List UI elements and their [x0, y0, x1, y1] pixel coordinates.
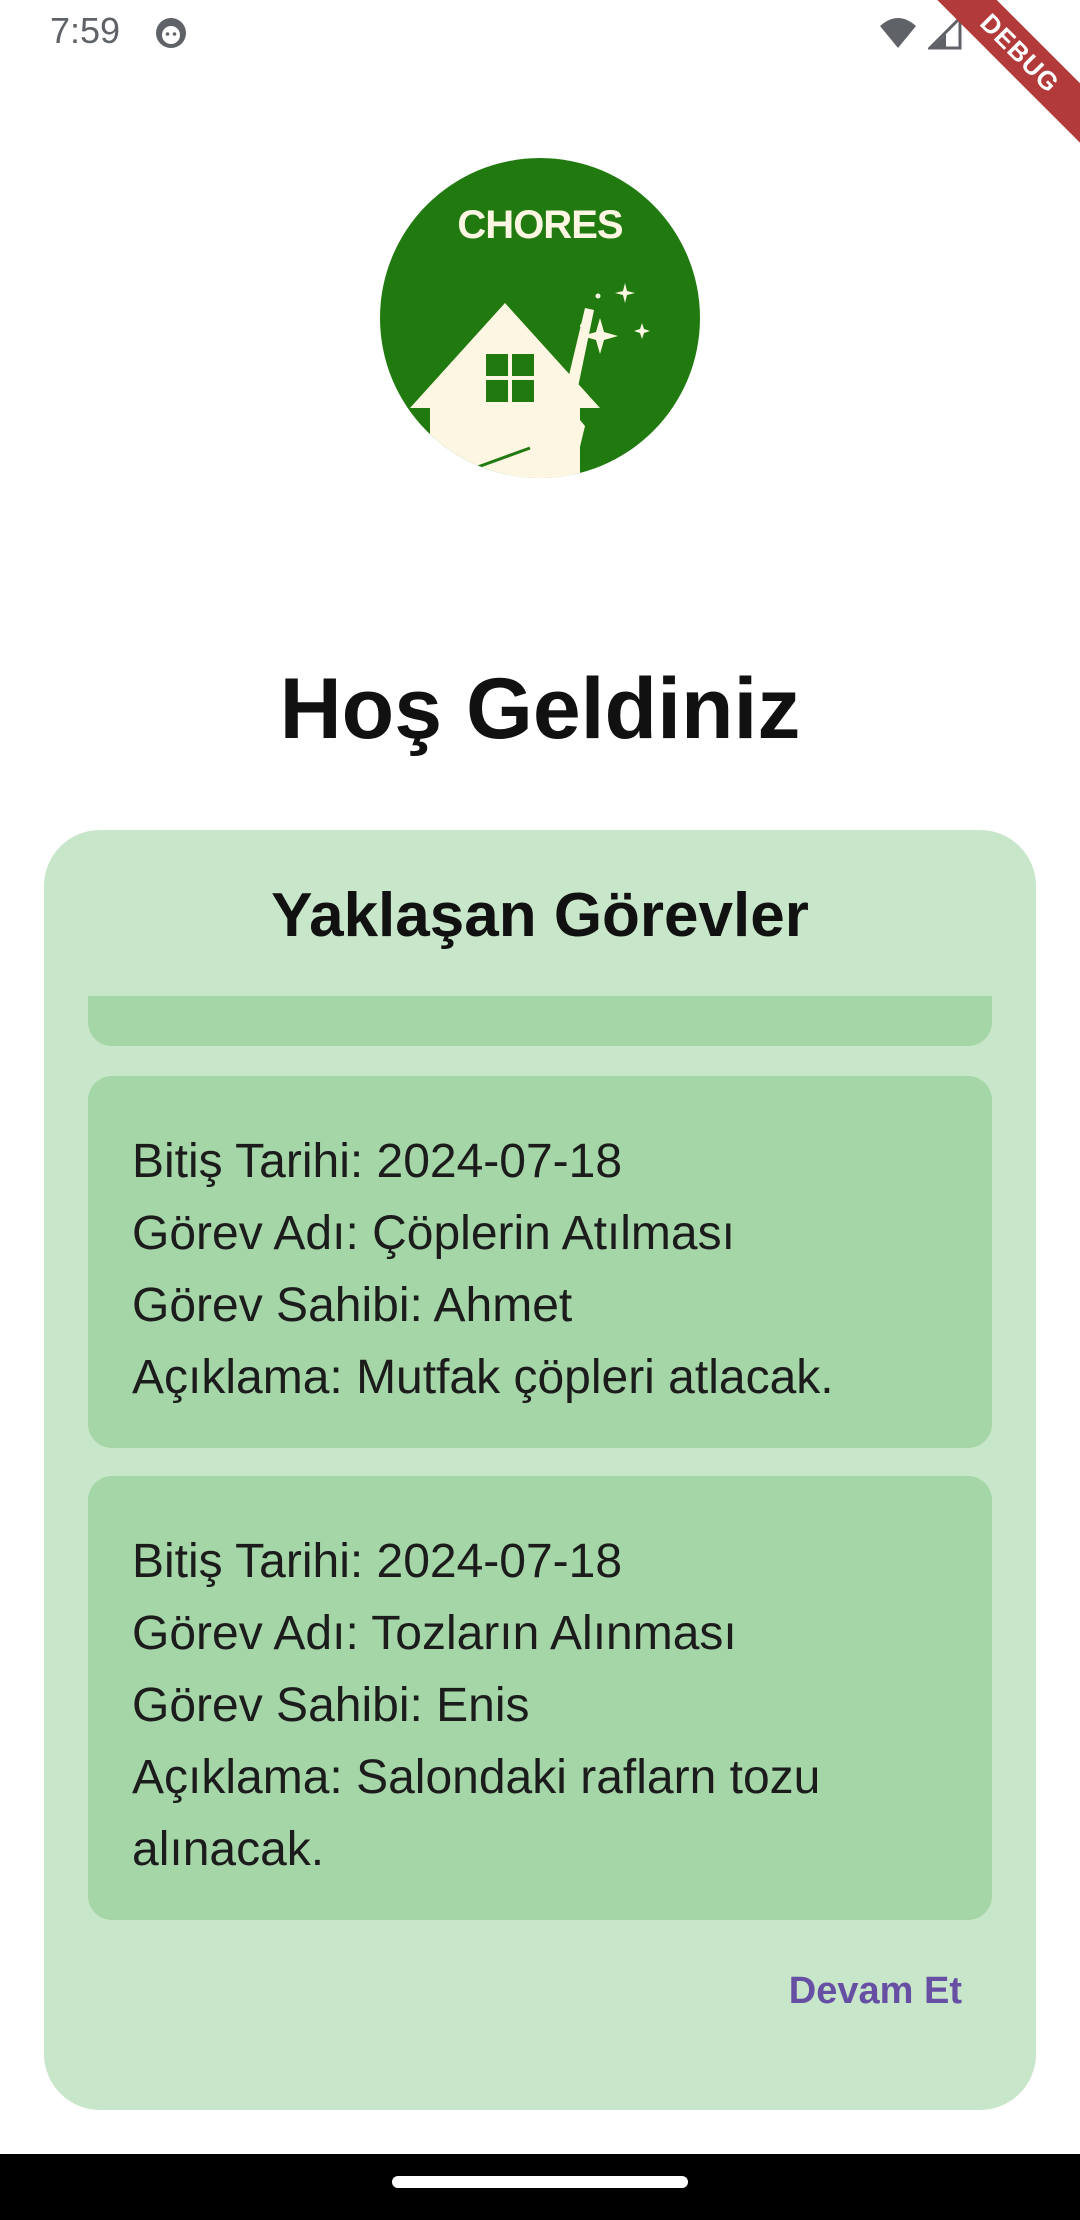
task-description: Açıklama: Salondaki raflarn tozu: [132, 1751, 821, 1804]
task-due-date: Bitiş Tarihi: 2024-07-18: [132, 1535, 623, 1588]
status-bar: 7:59: [0, 0, 1080, 66]
task-owner: Görev Sahibi: Ahmet: [132, 1279, 573, 1332]
app-screen: 7:59 DEBUG CHORES Hoş Geldiniz Yaklaşan …: [0, 0, 1080, 2220]
task-due-date: Bitiş Tarihi: 2024-07-18: [132, 1135, 623, 1188]
task-name: Görev Adı: Çöplerin Atılması: [132, 1207, 735, 1260]
continue-button[interactable]: Devam Et: [789, 1970, 962, 2013]
card-title: Yaklaşan Görevler: [271, 881, 809, 950]
task-list[interactable]: Bitiş Tarihi: 2024-07-18 Görev Adı: Çöpl…: [88, 996, 992, 1996]
task-description: Açıklama: Mutfak çöpleri atlacak.: [132, 1351, 834, 1404]
signal-icon: [928, 16, 962, 50]
status-time: 7:59: [50, 10, 121, 51]
task-name: Görev Adı: Tozların Alınması: [132, 1607, 737, 1660]
chores-logo: CHORES: [380, 158, 700, 478]
task-item[interactable]: Bitiş Tarihi: 2024-07-18 Görev Adı: Tozl…: [88, 1476, 992, 1920]
home-indicator[interactable]: [392, 2176, 688, 2188]
task-description-continued: alınacak.: [132, 1823, 325, 1876]
wifi-icon: [880, 18, 916, 48]
upcoming-tasks-card: Yaklaşan Görevler Bitiş Tarihi: 2024-07-…: [44, 830, 1036, 2110]
system-nav-bar: [0, 2154, 1080, 2220]
task-item[interactable]: Bitiş Tarihi: 2024-07-18 Görev Adı: Çöpl…: [88, 1076, 992, 1448]
task-owner: Görev Sahibi: Enis: [132, 1679, 530, 1732]
face-icon: [156, 18, 186, 48]
page-title: Hoş Geldiniz: [279, 661, 801, 757]
task-item-partial[interactable]: [88, 996, 992, 1046]
logo-text: CHORES: [457, 203, 622, 247]
